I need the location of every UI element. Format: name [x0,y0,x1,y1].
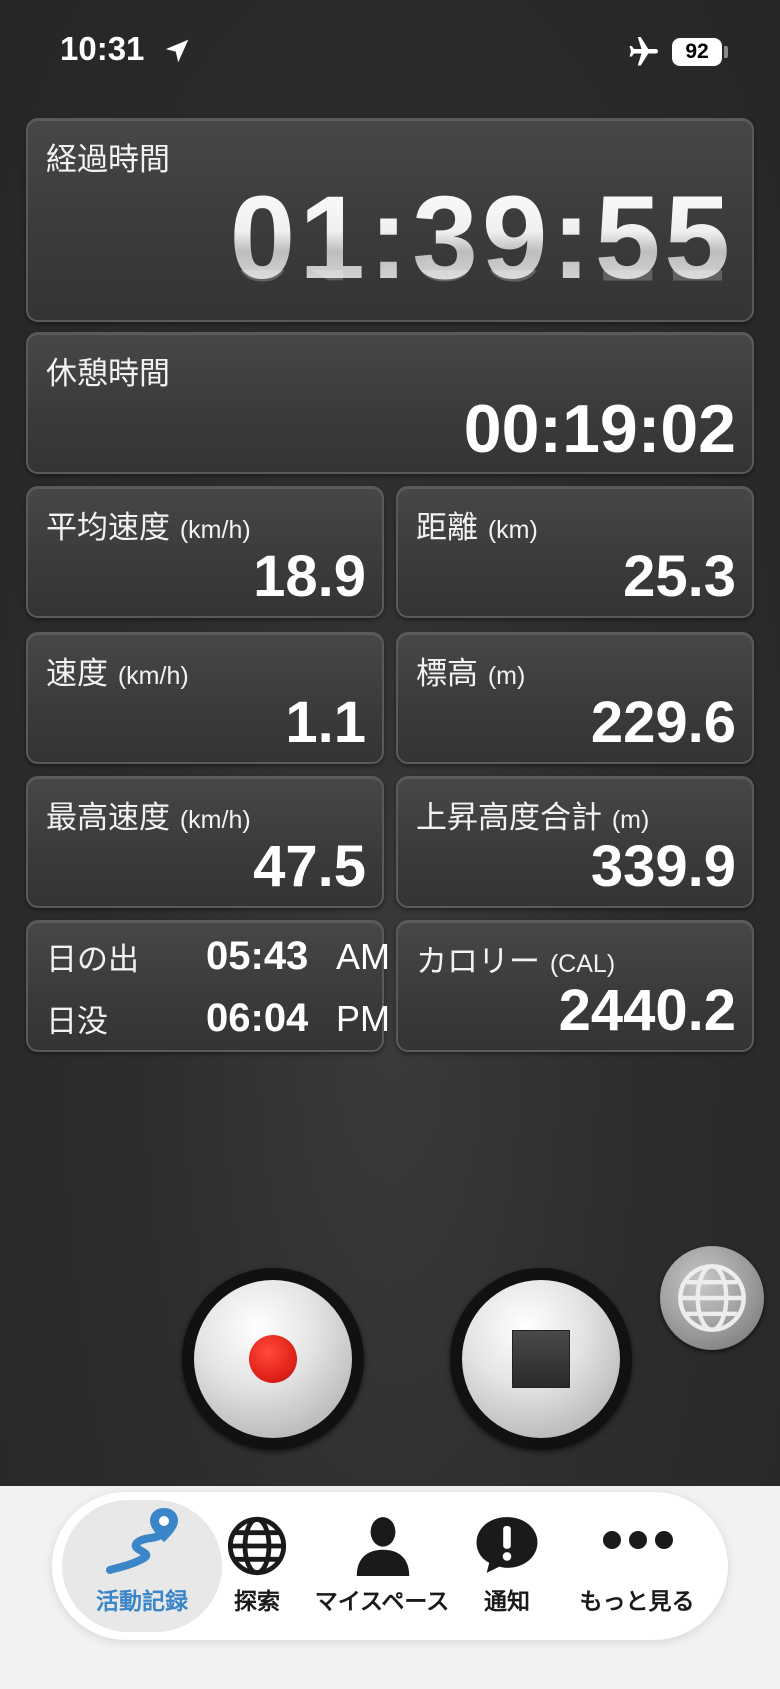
globe-icon [678,1264,746,1332]
distance-panel: 距離 (km) 25.3 [396,486,754,618]
globe-icon [227,1516,287,1576]
tab-label: もっと見る [579,1589,695,1615]
stop-button-face [462,1280,620,1438]
calories-panel: カロリー (CAL) 2440.2 [396,920,754,1052]
total-ascent-value: 339.9 [590,834,736,899]
altitude-panel: 標高 (m) 229.6 [396,632,754,764]
max-speed-value: 47.5 [253,834,366,899]
record-button[interactable] [182,1268,364,1450]
tab-bar: 活動記録 探索 マイスペース 通知 もっと見る [52,1492,728,1640]
alert-bubble-icon [476,1517,538,1573]
sunrise-label: 日の出 [46,942,139,978]
avg-speed-panel: 平均速度 (km/h) 18.9 [26,486,384,618]
tab-my-space[interactable]: マイスペース [312,1492,452,1640]
record-button-face [194,1280,352,1438]
sun-times-panel: 日の出 05:43 AM 日没 06:04 PM [26,920,390,1052]
distance-label: 距離 (km) [416,510,538,546]
speed-label: 速度 (km/h) [46,656,189,692]
sunrise-time: 05:43 [206,934,309,978]
location-arrow-icon [165,39,189,63]
airplane-mode-icon [629,37,658,66]
more-dots-icon [603,1531,673,1549]
avg-speed-value: 18.9 [253,544,366,609]
battery-level: 92 [672,38,722,66]
sunset-ampm: PM [336,998,390,1039]
tab-explore[interactable]: 探索 [202,1492,312,1640]
elapsed-time-label: 経過時間 [46,142,170,178]
tab-label: マイスペース [314,1589,450,1615]
elapsed-time-panel: 経過時間 01:39:55 01:39:55 [26,118,754,322]
max-speed-panel: 最高速度 (km/h) 47.5 [26,776,384,908]
sunset-time: 06:04 [206,996,309,1040]
tab-label: 探索 [234,1589,280,1615]
max-speed-label: 最高速度 (km/h) [46,800,251,836]
speed-panel: 速度 (km/h) 1.1 [26,632,384,764]
distance-value: 25.3 [623,544,736,609]
calories-value: 2440.2 [558,978,736,1043]
total-ascent-label: 上昇高度合計 (m) [416,800,650,836]
rest-time-panel: 休憩時間 00:19:02 [26,332,754,474]
rest-time-value: 00:19:02 [463,391,736,467]
status-bar: 10:31 92 [0,0,780,104]
tab-more[interactable]: もっと見る [562,1492,712,1640]
stop-button[interactable] [450,1268,632,1450]
sunrise-ampm: AM [336,936,390,977]
sunset-label: 日没 [46,1004,108,1040]
sunrise-row: 日の出 05:43 AM [46,934,390,984]
altitude-label: 標高 (m) [416,656,526,692]
map-globe-button[interactable] [660,1246,764,1350]
tab-activity-log[interactable]: 活動記録 [62,1492,222,1640]
sunset-row: 日没 06:04 PM [46,996,390,1046]
elapsed-time-reflection: 01:39:55 [230,270,734,298]
calories-label: カロリー (CAL) [416,944,616,980]
tab-label: 通知 [484,1589,530,1615]
status-time: 10:31 [60,30,145,67]
stop-icon [512,1330,570,1388]
total-ascent-panel: 上昇高度合計 (m) 339.9 [396,776,754,908]
altitude-value: 229.6 [590,690,736,755]
battery-tip [724,46,728,58]
tab-label: 活動記録 [96,1589,188,1615]
route-icon [106,1508,178,1574]
record-icon [249,1335,297,1383]
tab-notifications[interactable]: 通知 [452,1492,562,1640]
person-icon [356,1517,410,1576]
speed-value: 1.1 [285,690,366,755]
avg-speed-label: 平均速度 (km/h) [46,510,251,546]
rest-time-label: 休憩時間 [46,356,170,392]
